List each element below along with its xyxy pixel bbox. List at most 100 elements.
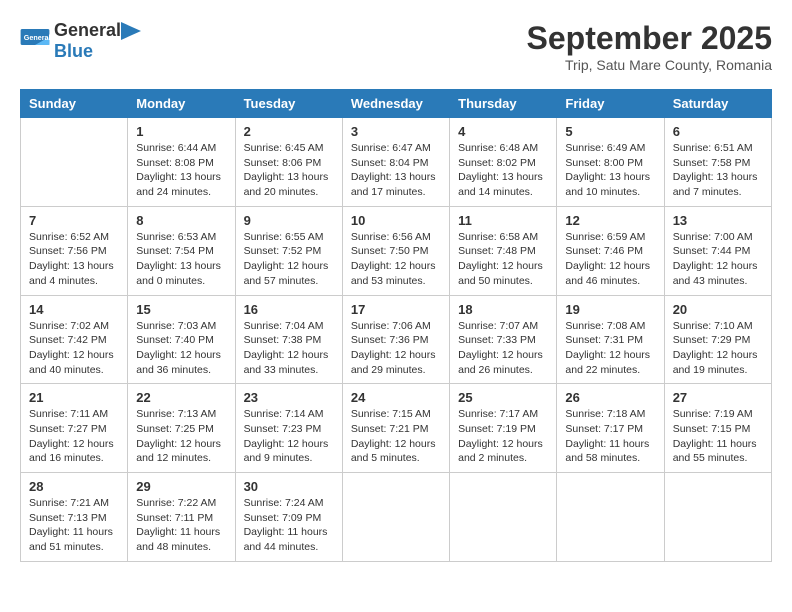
calendar-cell: 10 Sunrise: 6:56 AMSunset: 7:50 PMDayligh…: [342, 206, 449, 295]
day-of-week-header: Sunday: [21, 90, 128, 118]
day-info: Sunrise: 7:15 AMSunset: 7:21 PMDaylight:…: [351, 407, 441, 466]
day-info: Sunrise: 6:48 AMSunset: 8:02 PMDaylight:…: [458, 141, 548, 200]
calendar-cell: 7Sunrise: 6:52 AMSunset: 7:56 PMDaylight…: [21, 206, 128, 295]
day-number: 22: [136, 390, 226, 405]
day-info: Sunrise: 6:47 AMSunset: 8:04 PMDaylight:…: [351, 141, 441, 200]
logo-arrow-icon: [121, 22, 141, 40]
day-info: Sunrise: 6:58 AMSunset: 7:48 PMDaylight:…: [458, 230, 548, 289]
day-info: Sunrise: 7:22 AMSunset: 7:11 PMDaylight:…: [136, 496, 226, 555]
calendar-cell: 15 Sunrise: 7:03 AMSunset: 7:40 PMDayligh…: [128, 295, 235, 384]
calendar-cell: 12Sunrise: 6:59 AMSunset: 7:46 PMDayligh…: [557, 206, 664, 295]
calendar-cell: 5Sunrise: 6:49 AMSunset: 8:00 PMDaylight…: [557, 118, 664, 207]
calendar-cell: 30 Sunrise: 7:24 AMSunset: 7:09 PMDayligh…: [235, 473, 342, 562]
day-info: Sunrise: 7:14 AMSunset: 7:23 PMDaylight:…: [244, 407, 334, 466]
calendar-cell: 8Sunrise: 6:53 AMSunset: 7:54 PMDaylight…: [128, 206, 235, 295]
day-info: Sunrise: 7:07 AMSunset: 7:33 PMDaylight:…: [458, 319, 548, 378]
calendar-cell: 22 Sunrise: 7:13 AMSunset: 7:25 PMDayligh…: [128, 384, 235, 473]
day-info: Sunrise: 6:53 AMSunset: 7:54 PMDaylight:…: [136, 230, 226, 289]
calendar-cell: 25 Sunrise: 7:17 AMSunset: 7:19 PMDayligh…: [450, 384, 557, 473]
day-number: 5: [565, 124, 655, 139]
calendar-table: SundayMondayTuesdayWednesdayThursdayFrid…: [20, 89, 772, 562]
svg-text:General: General: [24, 33, 50, 42]
day-info: Sunrise: 6:45 AMSunset: 8:06 PMDaylight:…: [244, 141, 334, 200]
calendar-cell: 4 Sunrise: 6:48 AMSunset: 8:02 PMDaylight…: [450, 118, 557, 207]
calendar-cell: 11Sunrise: 6:58 AMSunset: 7:48 PMDayligh…: [450, 206, 557, 295]
day-info: Sunrise: 6:44 AMSunset: 8:08 PMDaylight:…: [136, 141, 226, 200]
day-number: 10: [351, 213, 441, 228]
day-number: 27: [673, 390, 763, 405]
day-number: 4: [458, 124, 548, 139]
calendar-cell: 20 Sunrise: 7:10 AMSunset: 7:29 PMDayligh…: [664, 295, 771, 384]
day-info: Sunrise: 7:04 AMSunset: 7:38 PMDaylight:…: [244, 319, 334, 378]
calendar-cell: 18 Sunrise: 7:07 AMSunset: 7:33 PMDayligh…: [450, 295, 557, 384]
calendar-cell: [21, 118, 128, 207]
day-info: Sunrise: 7:19 AMSunset: 7:15 PMDaylight:…: [673, 407, 763, 466]
week-row: 28 Sunrise: 7:21 AMSunset: 7:13 PMDayligh…: [21, 473, 772, 562]
calendar-cell: 2 Sunrise: 6:45 AMSunset: 8:06 PMDaylight…: [235, 118, 342, 207]
header-row: SundayMondayTuesdayWednesdayThursdayFrid…: [21, 90, 772, 118]
day-number: 20: [673, 302, 763, 317]
calendar-cell: 26Sunrise: 7:18 AMSunset: 7:17 PMDayligh…: [557, 384, 664, 473]
day-info: Sunrise: 7:08 AMSunset: 7:31 PMDaylight:…: [565, 319, 655, 378]
calendar-cell: 29 Sunrise: 7:22 AMSunset: 7:11 PMDayligh…: [128, 473, 235, 562]
logo: General General Blue: [20, 20, 141, 62]
title-area: September 2025 Trip, Satu Mare County, R…: [527, 20, 772, 73]
day-of-week-header: Monday: [128, 90, 235, 118]
day-info: Sunrise: 7:17 AMSunset: 7:19 PMDaylight:…: [458, 407, 548, 466]
day-number: 28: [29, 479, 119, 494]
day-info: Sunrise: 6:51 AMSunset: 7:58 PMDaylight:…: [673, 141, 763, 200]
day-info: Sunrise: 7:00 AMSunset: 7:44 PMDaylight:…: [673, 230, 763, 289]
calendar-cell: [557, 473, 664, 562]
calendar-cell: 6 Sunrise: 6:51 AMSunset: 7:58 PMDaylight…: [664, 118, 771, 207]
week-row: 7Sunrise: 6:52 AMSunset: 7:56 PMDaylight…: [21, 206, 772, 295]
day-number: 6: [673, 124, 763, 139]
day-info: Sunrise: 7:02 AMSunset: 7:42 PMDaylight:…: [29, 319, 119, 378]
day-number: 18: [458, 302, 548, 317]
day-info: Sunrise: 6:52 AMSunset: 7:56 PMDaylight:…: [29, 230, 119, 289]
day-of-week-header: Tuesday: [235, 90, 342, 118]
month-title: September 2025: [527, 20, 772, 57]
calendar-cell: 27 Sunrise: 7:19 AMSunset: 7:15 PMDayligh…: [664, 384, 771, 473]
day-number: 24: [351, 390, 441, 405]
day-info: Sunrise: 6:56 AMSunset: 7:50 PMDaylight:…: [351, 230, 441, 289]
day-number: 16: [244, 302, 334, 317]
day-info: Sunrise: 7:03 AMSunset: 7:40 PMDaylight:…: [136, 319, 226, 378]
day-number: 19: [565, 302, 655, 317]
day-info: Sunrise: 7:21 AMSunset: 7:13 PMDaylight:…: [29, 496, 119, 555]
week-row: 14 Sunrise: 7:02 AMSunset: 7:42 PMDayligh…: [21, 295, 772, 384]
day-number: 21: [29, 390, 119, 405]
calendar-cell: 16 Sunrise: 7:04 AMSunset: 7:38 PMDayligh…: [235, 295, 342, 384]
calendar-cell: 1 Sunrise: 6:44 AMSunset: 8:08 PMDaylight…: [128, 118, 235, 207]
calendar-cell: 19 Sunrise: 7:08 AMSunset: 7:31 PMDayligh…: [557, 295, 664, 384]
calendar-cell: 3 Sunrise: 6:47 AMSunset: 8:04 PMDaylight…: [342, 118, 449, 207]
week-row: 1 Sunrise: 6:44 AMSunset: 8:08 PMDaylight…: [21, 118, 772, 207]
day-number: 2: [244, 124, 334, 139]
day-number: 25: [458, 390, 548, 405]
calendar-cell: 17Sunrise: 7:06 AMSunset: 7:36 PMDayligh…: [342, 295, 449, 384]
day-of-week-header: Friday: [557, 90, 664, 118]
location-subtitle: Trip, Satu Mare County, Romania: [527, 57, 772, 73]
day-number: 1: [136, 124, 226, 139]
day-number: 15: [136, 302, 226, 317]
logo-general-text: General: [54, 20, 121, 41]
logo-icon: General: [20, 29, 50, 53]
day-number: 9: [244, 213, 334, 228]
calendar-cell: [342, 473, 449, 562]
day-info: Sunrise: 7:24 AMSunset: 7:09 PMDaylight:…: [244, 496, 334, 555]
calendar-cell: 14 Sunrise: 7:02 AMSunset: 7:42 PMDayligh…: [21, 295, 128, 384]
day-number: 14: [29, 302, 119, 317]
day-number: 26: [565, 390, 655, 405]
day-number: 23: [244, 390, 334, 405]
day-number: 30: [244, 479, 334, 494]
calendar-cell: 9 Sunrise: 6:55 AMSunset: 7:52 PMDaylight…: [235, 206, 342, 295]
page-header: General General Blue September 2025 Trip…: [20, 20, 772, 73]
day-info: Sunrise: 7:11 AMSunset: 7:27 PMDaylight:…: [29, 407, 119, 466]
day-info: Sunrise: 7:10 AMSunset: 7:29 PMDaylight:…: [673, 319, 763, 378]
day-info: Sunrise: 6:55 AMSunset: 7:52 PMDaylight:…: [244, 230, 334, 289]
calendar-cell: [450, 473, 557, 562]
day-number: 29: [136, 479, 226, 494]
day-number: 3: [351, 124, 441, 139]
day-info: Sunrise: 7:13 AMSunset: 7:25 PMDaylight:…: [136, 407, 226, 466]
calendar-cell: 21 Sunrise: 7:11 AMSunset: 7:27 PMDayligh…: [21, 384, 128, 473]
calendar-cell: 13Sunrise: 7:00 AMSunset: 7:44 PMDayligh…: [664, 206, 771, 295]
